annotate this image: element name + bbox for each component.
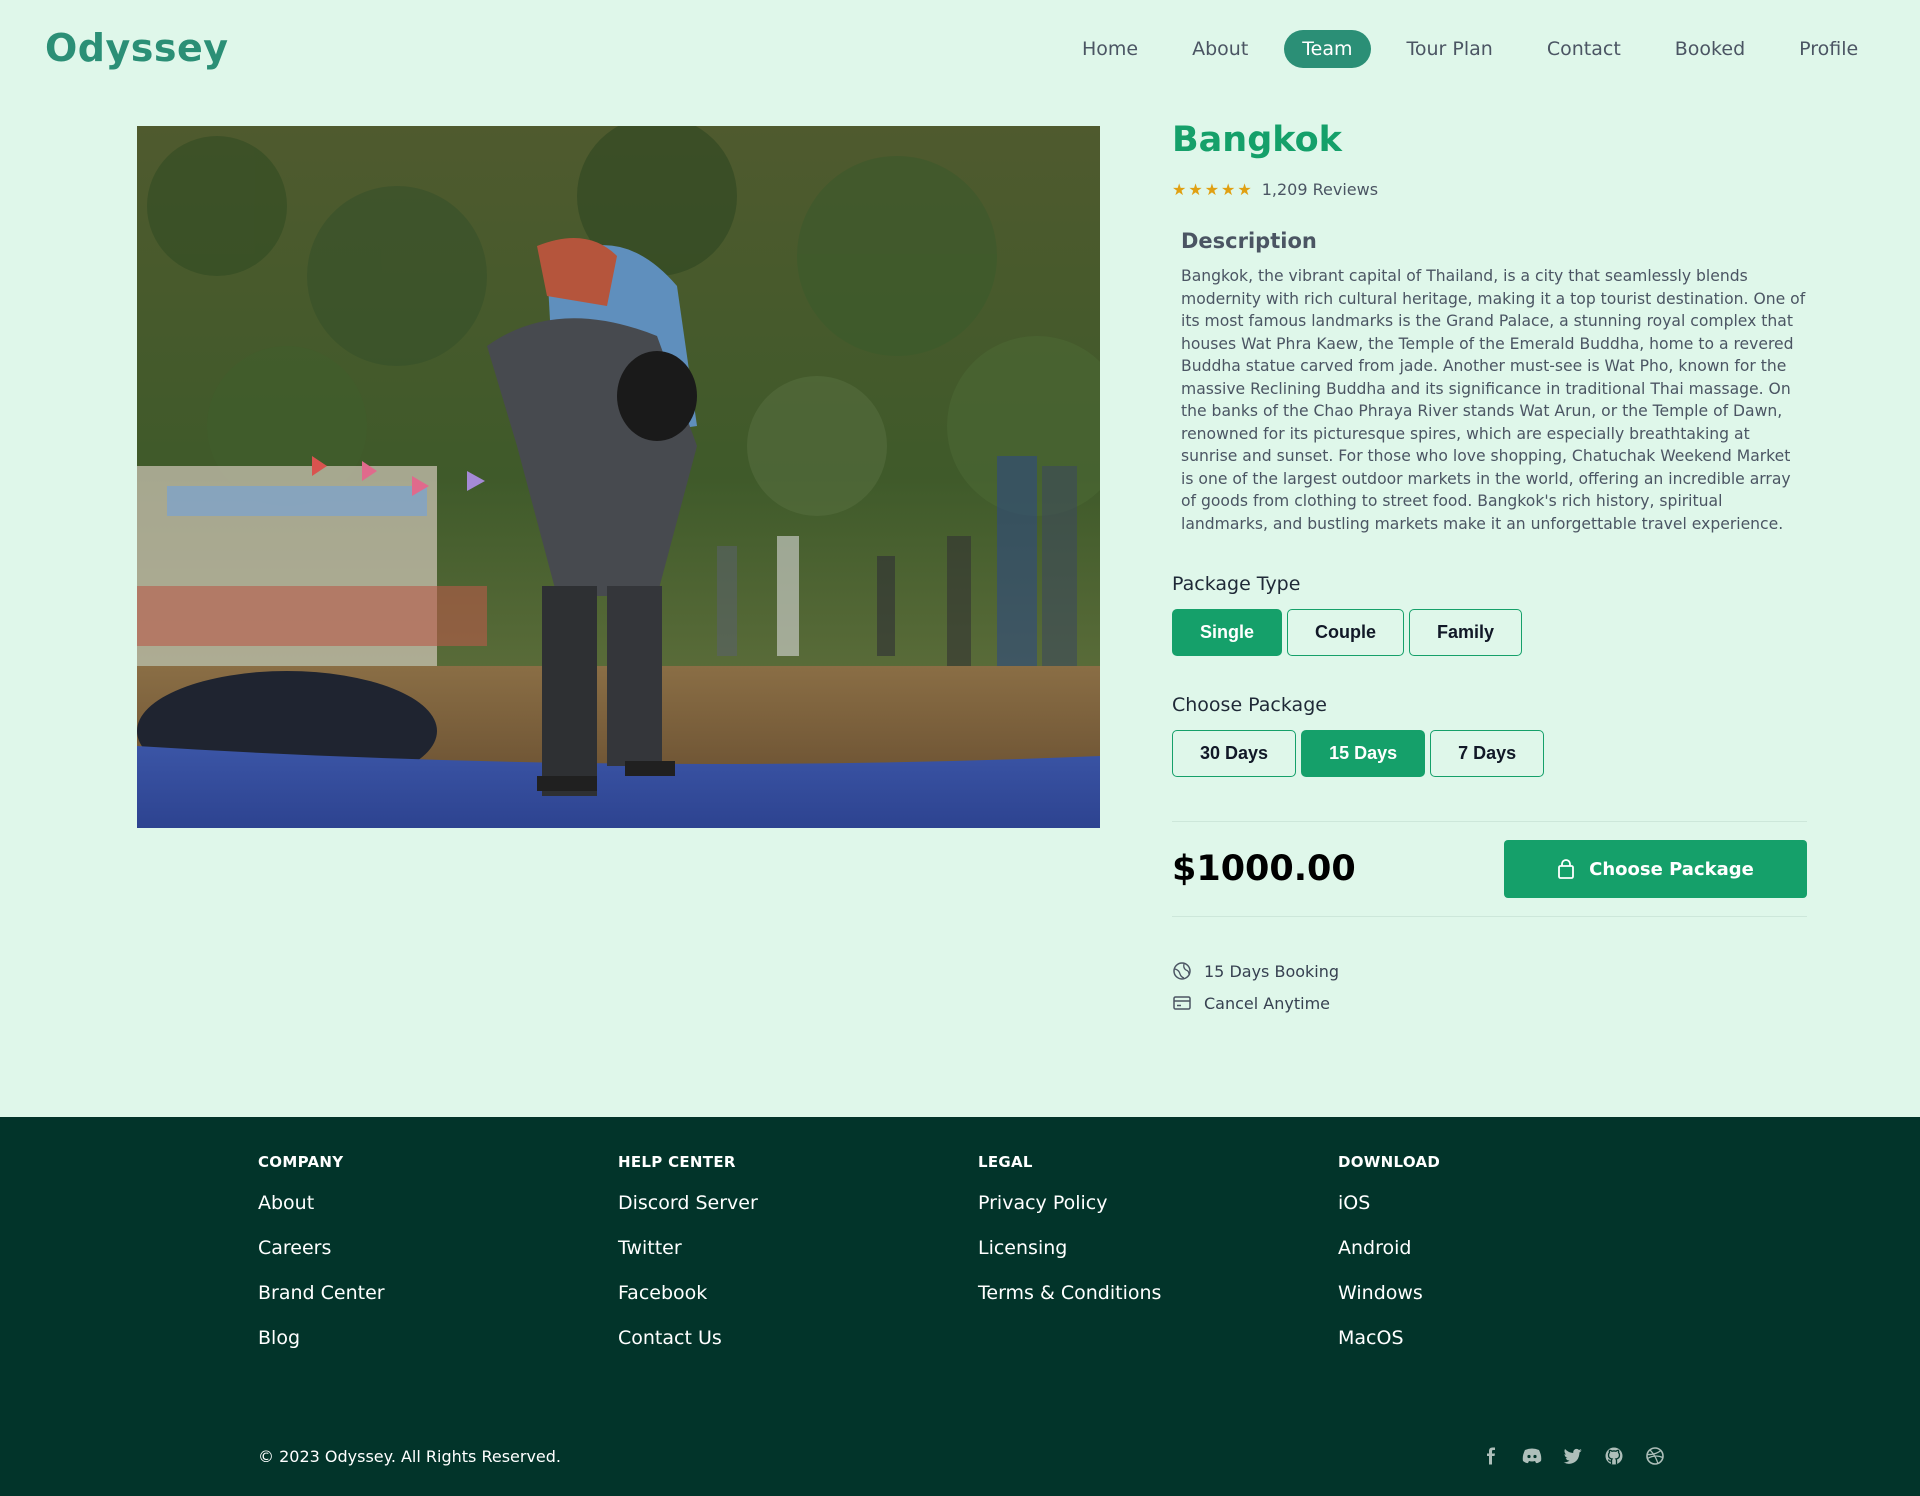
footer-link-contact-us[interactable]: Contact Us [618,1326,978,1371]
twitter-icon[interactable] [1562,1445,1584,1467]
footer-column-title: LEGAL [978,1153,1033,1171]
footer-link-discord[interactable]: Discord Server [618,1191,978,1236]
price-row: $1000.00 Choose Package [1172,821,1807,917]
footer-column-help-center: HELP CENTER Discord Server Twitter Faceb… [618,1153,978,1371]
copyright-text: © 2023 Odyssey. All Rights Reserved. [258,1447,562,1466]
rating: ★ ★ ★ ★ ★ 1,209 Reviews [1172,180,1807,199]
shopping-bag-icon [1558,859,1575,879]
duration-15-days-button[interactable]: 15 Days [1301,730,1426,777]
destination-title: Bangkok [1172,120,1342,160]
nav-home[interactable]: Home [1064,30,1156,68]
globe-icon [1173,962,1191,980]
footer-link-twitter[interactable]: Twitter [618,1236,978,1281]
main-nav: Home About Team Tour Plan Contact Booked… [1064,30,1876,68]
footer-column-title: DOWNLOAD [1338,1153,1441,1171]
duration-30-days-button[interactable]: 30 Days [1172,730,1297,777]
footer-column-download: DOWNLOAD iOS Android Windows MacOS [1338,1153,1698,1371]
choose-package-label: Choose Package [1589,858,1754,880]
choose-package-label: Choose Package [1172,694,1327,716]
duration-7-days-button[interactable]: 7 Days [1430,730,1545,777]
destination-photo [137,126,1100,828]
footer-link-about[interactable]: About [258,1191,618,1236]
footer-link-macos[interactable]: MacOS [1338,1326,1698,1371]
site-header: Odyssey Home About Team Tour Plan Contac… [0,0,1920,100]
credit-card-icon [1173,996,1191,1010]
paraglider-photo-illustration [137,126,1100,828]
site-footer: COMPANY About Careers Brand Center Blog … [0,1117,1920,1496]
discord-icon[interactable] [1521,1445,1543,1467]
star-rating: ★ ★ ★ ★ ★ [1172,180,1252,199]
footer-link-facebook[interactable]: Facebook [618,1281,978,1326]
package-single-button[interactable]: Single [1172,609,1283,656]
description-heading: Description [1181,229,1317,253]
review-count: 1,209 Reviews [1261,180,1379,199]
package-couple-button[interactable]: Couple [1287,609,1405,656]
github-icon[interactable] [1603,1445,1625,1467]
footer-link-licensing[interactable]: Licensing [978,1236,1338,1281]
footer-link-windows[interactable]: Windows [1338,1281,1698,1326]
package-type-options: Single Couple Family [1172,609,1807,656]
nav-tour-plan[interactable]: Tour Plan [1389,30,1511,68]
package-features: 15 Days Booking Cancel Anytime [1172,955,1807,1019]
nav-booked[interactable]: Booked [1657,30,1763,68]
package-family-button[interactable]: Family [1409,609,1523,656]
package-price: $1000.00 [1172,849,1356,889]
nav-team[interactable]: Team [1284,30,1371,68]
facebook-icon[interactable] [1480,1445,1502,1467]
footer-link-ios[interactable]: iOS [1338,1191,1698,1236]
footer-column-legal: LEGAL Privacy Policy Licensing Terms & C… [978,1153,1338,1371]
feature-text: 15 Days Booking [1204,961,1340,981]
footer-columns: COMPANY About Careers Brand Center Blog … [258,1153,1698,1371]
feature-text: Cancel Anytime [1204,993,1330,1013]
footer-column-title: HELP CENTER [618,1153,736,1171]
feature-item: Cancel Anytime [1172,987,1807,1019]
footer-link-terms[interactable]: Terms & Conditions [978,1281,1338,1326]
feature-item: 15 Days Booking [1172,955,1807,987]
star-icon: ★ [1172,180,1187,199]
star-icon: ★ [1188,180,1203,199]
destination-details: Bangkok ★ ★ ★ ★ ★ 1,209 Reviews Descript… [1172,120,1807,1019]
footer-link-blog[interactable]: Blog [258,1326,618,1371]
footer-link-careers[interactable]: Careers [258,1236,618,1281]
nav-profile[interactable]: Profile [1781,30,1876,68]
logo[interactable]: Odyssey [45,26,229,70]
footer-column-title: COMPANY [258,1153,344,1171]
package-duration-options: 30 Days 15 Days 7 Days [1172,730,1807,777]
footer-column-company: COMPANY About Careers Brand Center Blog [258,1153,618,1371]
package-type-label: Package Type [1172,573,1301,595]
footer-link-brand-center[interactable]: Brand Center [258,1281,618,1326]
star-icon: ★ [1221,180,1236,199]
social-links [1480,1445,1666,1467]
footer-link-android[interactable]: Android [1338,1236,1698,1281]
nav-contact[interactable]: Contact [1529,30,1639,68]
star-icon: ★ [1237,180,1252,199]
star-icon: ★ [1204,180,1220,199]
dribbble-icon[interactable] [1644,1445,1666,1467]
nav-about[interactable]: About [1174,30,1266,68]
description-text: Bangkok, the vibrant capital of Thailand… [1181,267,1806,533]
choose-package-button[interactable]: Choose Package [1504,840,1807,898]
footer-link-privacy-policy[interactable]: Privacy Policy [978,1191,1338,1236]
